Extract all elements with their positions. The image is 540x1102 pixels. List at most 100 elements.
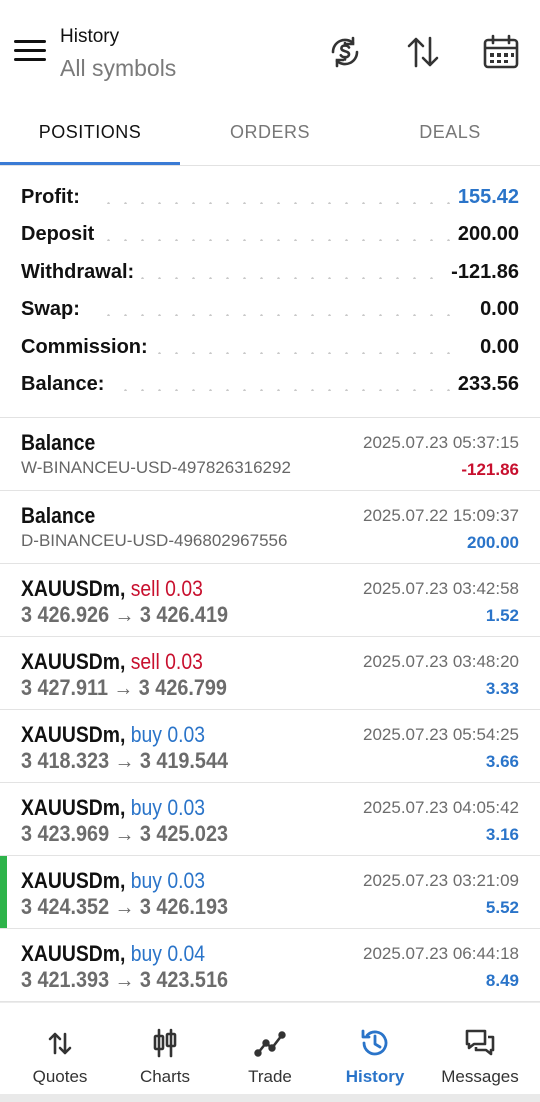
deal-time: 2025.07.23 04:05:42 (363, 798, 519, 817)
symbol-name: XAUUSDm, (21, 722, 126, 747)
deal-action: sell 0.03 (130, 649, 203, 674)
nav-label: Messages (441, 1067, 519, 1086)
deal-amount: 5.52 (485, 898, 519, 917)
deal-time: 2025.07.23 05:54:25 (363, 725, 519, 744)
deal-symbol: XAUUSDm, sell 0.03 (21, 649, 203, 675)
dotted-leader (100, 239, 450, 242)
symbol-name: XAUUSDm, (21, 576, 126, 601)
summary-row-swap: Swap: 0.00 (0, 292, 540, 329)
summary-row-profit: Profit: 155.42 (0, 180, 540, 217)
tab-deals[interactable]: DEALS (360, 108, 540, 160)
deal-prices: 3 418.323 → 3 419.544 (21, 748, 228, 773)
summary-label: Commission: (21, 335, 154, 359)
deal-time: 2025.07.23 03:48:20 (363, 652, 519, 671)
deal-symbol: XAUUSDm, buy 0.03 (21, 795, 205, 821)
menu-icon[interactable] (14, 40, 46, 62)
list-item[interactable]: XAUUSDm, buy 0.04 3 421.393 → 3 423.516 … (0, 929, 540, 1002)
deal-title: Balance (21, 430, 96, 455)
system-gesture-bar (0, 1094, 540, 1102)
page-title: History (60, 26, 120, 47)
history-tabs: POSITIONS ORDERS DEALS (0, 108, 540, 166)
deal-time: 2025.07.23 05:37:15 (363, 433, 519, 452)
summary-row-deposit: Deposit 200.00 (0, 217, 540, 254)
nav-messages[interactable]: Messages (426, 1003, 534, 1095)
list-item[interactable]: Balance W-BINANCEU-USD-497826316292 2025… (0, 418, 540, 491)
summary-value: 233.56 (451, 372, 519, 396)
nav-trade[interactable]: Trade (216, 1003, 324, 1095)
sort-icon[interactable] (403, 32, 443, 72)
deal-action: buy 0.03 (130, 795, 206, 820)
dotted-leader (100, 388, 450, 391)
dotted-leader (100, 314, 450, 317)
deal-detail: D-BINANCEU-USD-496802967556 (21, 531, 288, 550)
summary-label: Deposit (21, 223, 101, 247)
symbol-name: XAUUSDm, (21, 941, 126, 966)
bottom-navigation: Quotes Charts Trade History Messages (0, 1002, 540, 1095)
selection-marker (0, 856, 7, 928)
dotted-leader (100, 202, 450, 204)
deal-prices: 3 426.926 → 3 426.419 (21, 602, 228, 627)
summary-panel: Profit: 155.42 Deposit 200.00 Withdrawal… (0, 180, 540, 404)
summary-row-balance: Balance: 233.56 (0, 367, 540, 404)
nav-quotes[interactable]: Quotes (6, 1003, 114, 1095)
deal-amount: 3.33 (485, 679, 519, 698)
tabs-divider (0, 165, 540, 166)
summary-label: Profit: (21, 186, 86, 209)
tab-orders[interactable]: ORDERS (180, 108, 360, 160)
deal-time: 2025.07.23 03:42:58 (363, 579, 519, 598)
summary-row-commission: Commission: 0.00 (0, 330, 540, 367)
app-header: History All symbols (0, 0, 540, 100)
deal-prices: 3 421.393 → 3 423.516 (21, 967, 228, 992)
nav-charts[interactable]: Charts (111, 1003, 219, 1095)
charts-icon (149, 1027, 181, 1059)
deal-prices: 3 427.911 → 3 426.799 (21, 675, 227, 700)
deals-list: Balance W-BINANCEU-USD-497826316292 2025… (0, 418, 540, 1002)
nav-label: Trade (248, 1067, 292, 1086)
trade-icon (254, 1027, 286, 1059)
deal-prices: 3 423.969 → 3 425.023 (21, 821, 228, 846)
nav-history[interactable]: History (321, 1003, 429, 1095)
deal-action: buy 0.03 (130, 868, 206, 893)
list-item[interactable]: XAUUSDm, sell 0.03 3 427.911 → 3 426.799… (0, 637, 540, 710)
summary-label: Withdrawal: (21, 260, 141, 284)
deal-amount: 200.00 (467, 533, 519, 552)
deal-prices: 3 424.352 → 3 426.193 (21, 894, 228, 919)
list-item[interactable]: XAUUSDm, buy 0.03 3 418.323 → 3 419.544 … (0, 710, 540, 783)
quotes-icon (44, 1027, 76, 1059)
symbol-filter[interactable]: All symbols (60, 55, 176, 82)
list-item[interactable]: XAUUSDm, buy 0.03 3 423.969 → 3 425.023 … (0, 783, 540, 856)
deal-detail: W-BINANCEU-USD-497826316292 (21, 458, 291, 477)
tab-positions[interactable]: POSITIONS (0, 108, 180, 160)
deal-time: 2025.07.22 15:09:37 (363, 506, 519, 525)
symbol-name: XAUUSDm, (21, 868, 126, 893)
deal-action: sell 0.03 (130, 576, 203, 601)
summary-row-withdrawal: Withdrawal: -121.86 (0, 255, 540, 292)
deal-amount: 1.52 (485, 606, 519, 625)
nav-label: Quotes (32, 1067, 88, 1086)
list-item[interactable]: XAUUSDm, sell 0.03 3 426.926 → 3 426.419… (0, 564, 540, 637)
deal-amount: -121.86 (461, 460, 519, 479)
deal-symbol: XAUUSDm, buy 0.03 (21, 868, 205, 894)
symbol-name: XAUUSDm, (21, 795, 126, 820)
deal-amount: 3.16 (485, 825, 519, 844)
currency-exchange-icon[interactable] (325, 32, 365, 72)
deal-action: buy 0.03 (130, 722, 206, 747)
deal-amount: 8.49 (485, 971, 519, 990)
deal-time: 2025.07.23 06:44:18 (363, 944, 519, 963)
calendar-icon[interactable] (481, 32, 521, 72)
nav-label: Charts (139, 1067, 191, 1086)
summary-value: -121.86 (445, 260, 519, 284)
list-item[interactable]: Balance D-BINANCEU-USD-496802967556 2025… (0, 491, 540, 564)
messages-icon (464, 1027, 496, 1059)
list-item[interactable]: XAUUSDm, buy 0.03 3 424.352 → 3 426.193 … (0, 856, 540, 929)
summary-value: 155.42 (451, 186, 519, 209)
history-icon (359, 1027, 391, 1059)
deal-time: 2025.07.23 03:21:09 (363, 871, 519, 890)
deal-title: Balance (21, 503, 96, 528)
nav-label: History (345, 1067, 405, 1086)
summary-value: 200.00 (451, 223, 519, 247)
deal-symbol: XAUUSDm, sell 0.03 (21, 576, 203, 602)
deal-action: buy 0.04 (130, 941, 206, 966)
symbol-name: XAUUSDm, (21, 649, 126, 674)
summary-value: 0.00 (474, 335, 519, 359)
